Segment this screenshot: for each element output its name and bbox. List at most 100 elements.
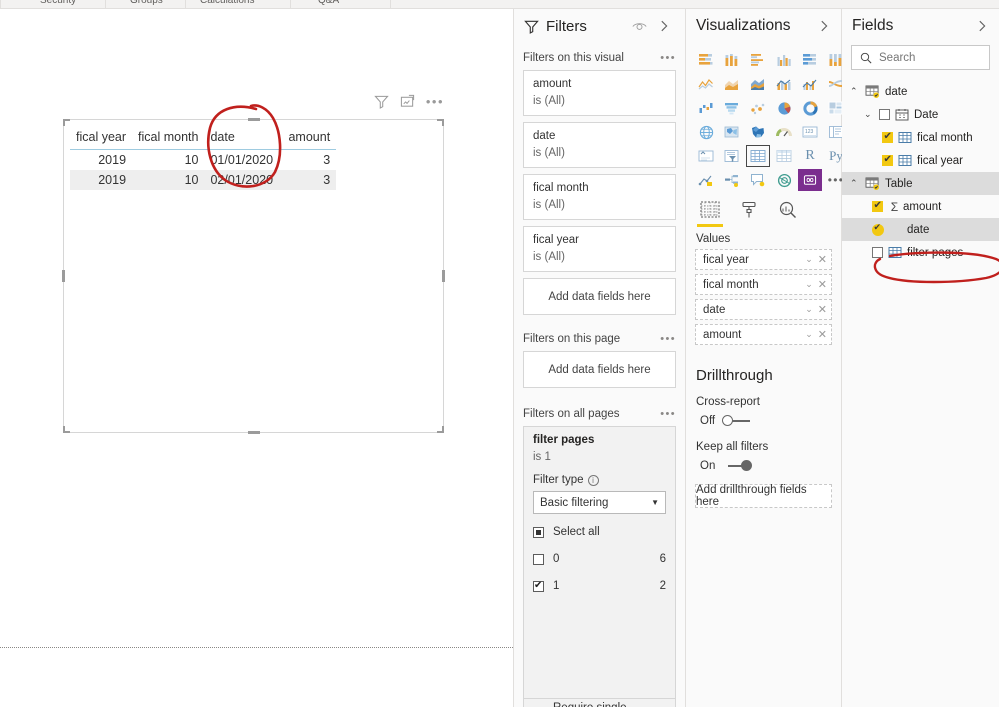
filter-option-1[interactable]: 1 2	[533, 577, 666, 595]
filter-card-fical-year[interactable]: fical year is (All)	[523, 226, 676, 272]
chevron-down-icon[interactable]: ⌄	[805, 254, 813, 265]
visual-type-table[interactable]	[746, 145, 770, 167]
visual-type-qna-visual[interactable]	[746, 169, 770, 191]
column-header-fical-year[interactable]: fical year	[70, 126, 133, 150]
value-well-fical-year[interactable]: fical year ⌄ ✕	[695, 249, 832, 270]
resize-handle-middle-left[interactable]	[62, 270, 65, 282]
checkbox-fical-year[interactable]	[882, 153, 893, 166]
visual-type-scatter-chart[interactable]	[746, 97, 770, 119]
visual-frame[interactable]: fical year fical month date amount 2019 …	[62, 118, 445, 434]
expand-chevron-icon[interactable]	[817, 19, 831, 33]
visual-type-key-influencers[interactable]	[694, 169, 718, 191]
remove-field-icon[interactable]: ✕	[818, 253, 827, 266]
filters-visual-more-icon[interactable]: •••	[660, 52, 676, 64]
fields-tree-field-fical-year[interactable]: fical year	[842, 149, 999, 172]
fields-tree-table-date[interactable]: ⌃ date	[842, 80, 999, 103]
cross-report-toggle[interactable]	[722, 415, 752, 427]
visual-type-multi-row-card[interactable]: 123	[798, 121, 822, 143]
resize-handle-top-left-v[interactable]	[63, 119, 65, 126]
eye-icon[interactable]	[632, 20, 647, 33]
chevron-down-icon[interactable]: ⌄	[805, 304, 813, 315]
chevron-down-icon[interactable]: ⌄	[805, 329, 813, 340]
visual-type-r-script-visual[interactable]: R	[798, 145, 822, 167]
visual-type-area-chart[interactable]	[720, 73, 744, 95]
more-options-icon[interactable]: •••	[426, 95, 444, 108]
visual-type-stacked-area-chart[interactable]	[746, 73, 770, 95]
data-table[interactable]: fical year fical month date amount 2019 …	[70, 126, 337, 190]
resize-handle-bottom-left-v[interactable]	[63, 426, 65, 433]
visual-type-shape-map[interactable]	[746, 121, 770, 143]
filter-card-filter-pages[interactable]: filter pages is 1 Filter type i Basic fi…	[523, 426, 676, 707]
visual-type-line-chart[interactable]	[694, 73, 718, 95]
search-input[interactable]: Search	[851, 45, 990, 70]
visual-type-smart-narrative[interactable]	[772, 169, 796, 191]
value-well-amount[interactable]: amount ⌄ ✕	[695, 324, 832, 345]
focus-mode-icon[interactable]	[400, 94, 415, 109]
checkbox-select-all[interactable]	[533, 526, 544, 538]
resize-handle-middle-right[interactable]	[442, 270, 445, 282]
visual-type-clustered-column-chart[interactable]	[772, 49, 796, 71]
expand-chevron-icon[interactable]	[975, 19, 989, 33]
keep-all-filters-toggle-row[interactable]: On	[686, 453, 841, 472]
checkbox-date-hierarchy[interactable]	[879, 109, 890, 120]
ribbon-item-calculations[interactable]: Calculations	[200, 0, 254, 6]
checkbox-amount[interactable]	[872, 199, 883, 212]
filters-page-dropzone[interactable]: Add data fields here	[523, 351, 676, 388]
expand-chevron-icon[interactable]	[657, 19, 671, 33]
collapse-chevron-icon[interactable]: ⌃	[850, 86, 861, 97]
visual-type-decomposition-tree[interactable]	[720, 169, 744, 191]
visual-type-matrix[interactable]	[772, 145, 796, 167]
filter-card-amount[interactable]: amount is (All)	[523, 70, 676, 116]
keep-all-filters-toggle[interactable]	[722, 460, 753, 472]
filters-allpages-more-icon[interactable]: •••	[660, 408, 676, 420]
cross-report-toggle-row[interactable]: Off	[686, 408, 841, 427]
checkbox-option-0[interactable]	[533, 553, 544, 565]
report-canvas[interactable]: ••• fical year fical month date amount 2…	[0, 9, 514, 707]
fields-tree-field-filter-pages[interactable]: filter pages	[842, 241, 999, 264]
chevron-down-icon[interactable]: ⌄	[805, 279, 813, 290]
filter-option-0[interactable]: 0 6	[533, 550, 666, 568]
checkbox-fical-month[interactable]	[882, 130, 893, 143]
tab-format[interactable]	[740, 201, 758, 227]
fields-tree-table-table[interactable]: ⌃ Table	[842, 172, 999, 195]
filter-card-fical-month[interactable]: fical month is (All)	[523, 174, 676, 220]
filters-page-more-icon[interactable]: •••	[660, 333, 676, 345]
visual-type-waterfall-chart[interactable]	[694, 97, 718, 119]
visual-type-gauge[interactable]	[772, 121, 796, 143]
remove-field-icon[interactable]: ✕	[818, 303, 827, 316]
filter-icon[interactable]	[374, 94, 389, 109]
resize-handle-bottom-center[interactable]	[247, 431, 260, 434]
column-header-amount[interactable]: amount	[282, 126, 337, 150]
visual-type-funnel-chart[interactable]	[720, 97, 744, 119]
filter-card-date[interactable]: date is (All)	[523, 122, 676, 168]
visual-type-line-clustered-column-chart[interactable]	[798, 73, 822, 95]
visual-property-tabs[interactable]	[686, 191, 841, 227]
column-header-fical-month[interactable]: fical month	[132, 126, 205, 150]
visual-type-map[interactable]	[694, 121, 718, 143]
visual-type-stacked-bar-chart[interactable]	[694, 49, 718, 71]
tab-fields[interactable]	[697, 201, 723, 227]
visual-type-pie-chart[interactable]	[772, 97, 796, 119]
column-header-date[interactable]: date	[204, 126, 283, 150]
ribbon-item-qna[interactable]: Q&A	[318, 0, 339, 6]
resize-handle-top-center[interactable]	[247, 118, 260, 121]
info-icon[interactable]: i	[587, 474, 599, 486]
visual-type-100-stacked-bar-chart[interactable]	[798, 49, 822, 71]
checkbox-date-field[interactable]	[872, 221, 884, 236]
tab-analytics[interactable]	[778, 201, 797, 227]
table-visual-container[interactable]: ••• fical year fical month date amount 2…	[62, 95, 445, 434]
visual-type-kpi[interactable]	[694, 145, 718, 167]
expand-chevron-icon[interactable]: ⌄	[864, 109, 875, 120]
visual-type-stacked-column-chart[interactable]	[720, 49, 744, 71]
collapse-chevron-icon[interactable]: ⌃	[850, 178, 861, 189]
fields-tree-field-date[interactable]: date	[842, 218, 999, 241]
fields-tree-measure-amount[interactable]: Σ amount	[842, 195, 999, 218]
resize-handle-top-right-v[interactable]	[442, 119, 444, 126]
filters-visual-dropzone[interactable]: Add data fields here	[523, 278, 676, 315]
fields-tree[interactable]: ⌃ date ⌄ Date ✔ fical month ✔ fical year…	[842, 80, 999, 284]
remove-field-icon[interactable]: ✕	[818, 328, 827, 341]
visual-type-line-stacked-column-chart[interactable]	[772, 73, 796, 95]
ribbon-item-groups[interactable]: Groups	[130, 0, 163, 6]
fields-tree-field-fical-month[interactable]: fical month	[842, 126, 999, 149]
filter-option-select-all[interactable]: Select all	[533, 523, 666, 541]
